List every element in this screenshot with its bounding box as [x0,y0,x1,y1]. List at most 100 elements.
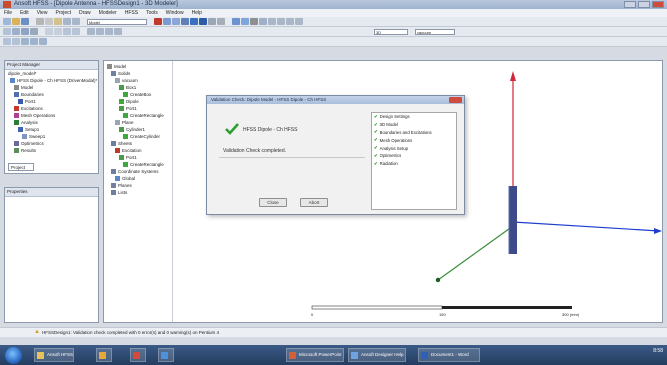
select-icon[interactable] [3,28,11,35]
copy-icon[interactable] [45,18,53,25]
shaded-icon[interactable] [30,38,38,45]
start-button[interactable] [5,347,22,364]
draw-cylinder-icon[interactable] [172,18,180,25]
fields-icon[interactable] [259,18,267,25]
abort-button[interactable]: Abort [300,198,328,207]
tree-item[interactable]: Boundaries [5,91,98,98]
menu-file[interactable]: File [0,9,16,17]
tree-item[interactable]: CreateBox [104,91,172,98]
tree-item[interactable]: Excitation [104,147,172,154]
taskbar-item-designer-help[interactable]: Ansoft Designer Help [348,348,406,362]
analyze-icon[interactable] [241,18,249,25]
maximize-button[interactable] [638,1,650,8]
measure-icon[interactable] [87,28,95,35]
tree-item[interactable]: Plane [104,119,172,126]
unite-icon[interactable] [208,18,216,25]
redo-icon[interactable] [72,18,80,25]
menu-view[interactable]: View [33,9,52,17]
plane-icon[interactable] [72,28,80,35]
orient-icon[interactable] [96,28,104,35]
tree-item[interactable]: Cylinder1 [104,126,172,133]
menu-draw[interactable]: Draw [75,9,95,17]
dipole-model[interactable] [509,186,517,254]
menu-hfss[interactable]: HFSS [121,9,142,17]
tree-item[interactable]: Sweep1 [5,133,98,140]
taskbar-item-browser[interactable] [158,348,174,362]
draw-circle-icon[interactable] [199,18,207,25]
tree-item[interactable]: Analysis [5,119,98,126]
tree-item[interactable]: Mesh Operations [5,112,98,119]
tree-item[interactable]: Planes [104,182,172,189]
coordinate-system-icon[interactable] [63,28,71,35]
taskbar-item-media[interactable] [130,348,146,362]
view-top-icon[interactable] [114,28,122,35]
draw-sphere-icon[interactable] [181,18,189,25]
menu-modeler[interactable]: Modeler [95,9,121,17]
tree-item[interactable]: HFSS Dipole - Ch HFSS (DrivenModal)* [5,77,98,84]
undo-icon[interactable] [63,18,71,25]
tree-item[interactable]: vacuum [104,77,172,84]
project-tab[interactable]: Project [8,163,34,171]
tree-item[interactable]: CreateRectangle [104,112,172,119]
zoom-icon[interactable] [268,18,276,25]
minimize-button[interactable] [624,1,636,8]
select-vertex-icon[interactable] [30,28,38,35]
rotate-icon[interactable] [286,18,294,25]
results-icon[interactable] [250,18,258,25]
menu-window[interactable]: Window [162,9,188,17]
units-field[interactable]: 3D [374,28,408,35]
tree-item[interactable]: Port1 [104,105,172,112]
close-button[interactable]: Close [259,198,287,207]
transparency-icon[interactable] [39,38,47,45]
material-select[interactable]: vacuum [415,28,455,35]
wireframe-icon[interactable] [21,38,29,45]
view-front-icon[interactable] [105,28,113,35]
tree-item[interactable]: CreateCylinder [104,133,172,140]
tree-item[interactable]: Dipole [104,98,172,105]
tree-item[interactable]: dipole_model* [5,70,98,77]
tree-item[interactable]: Excitations [5,105,98,112]
taskbar-item-hfss[interactable]: Ansoft HFSS [34,348,74,362]
model-select[interactable]: Model [87,18,147,25]
dialog-close-icon[interactable] [449,97,462,103]
menu-project[interactable]: Project [51,9,75,17]
taskbar-item-word[interactable]: Document1 - Word [418,348,480,362]
paste-icon[interactable] [54,18,62,25]
taskbar-item-powerpoint[interactable]: Microsoft PowerPoint [286,348,344,362]
tree-item[interactable]: Port1 [104,154,172,161]
tree-item[interactable]: Setup1 [5,126,98,133]
subtract-icon[interactable] [217,18,225,25]
validate-icon[interactable] [232,18,240,25]
fit-all-icon[interactable] [295,18,303,25]
cut-icon[interactable] [36,18,44,25]
save-icon[interactable] [21,18,29,25]
tree-item[interactable]: Lists [104,189,172,196]
new-icon[interactable] [3,18,11,25]
tree-item[interactable]: Coordinate Systems [104,168,172,175]
tree-item[interactable]: Model [104,63,172,70]
tree-item[interactable]: Model [5,84,98,91]
tree-item[interactable]: Box1 [104,84,172,91]
draw-line-icon[interactable] [154,18,162,25]
close-window-button[interactable] [652,1,664,8]
hide-icon[interactable] [12,38,20,45]
grid-icon[interactable] [45,28,53,35]
select-edge-icon[interactable] [21,28,29,35]
draw-box-icon[interactable] [163,18,171,25]
select-face-icon[interactable] [12,28,20,35]
pan-icon[interactable] [277,18,285,25]
menu-help[interactable]: Help [188,9,206,17]
tree-item[interactable]: Results [5,147,98,154]
taskbar-item-explorer[interactable] [96,348,112,362]
tree-item[interactable]: Global [104,175,172,182]
tree-item[interactable]: Port1 [5,98,98,105]
tree-item[interactable]: Solids [104,70,172,77]
tree-item[interactable]: Optimetrics [5,140,98,147]
tree-item[interactable]: Sheets [104,140,172,147]
snap-icon[interactable] [54,28,62,35]
open-icon[interactable] [12,18,20,25]
tree-item[interactable]: CreateRectangle [104,161,172,168]
show-icon[interactable] [3,38,11,45]
draw-rectangle-icon[interactable] [190,18,198,25]
menu-edit[interactable]: Edit [16,9,33,17]
